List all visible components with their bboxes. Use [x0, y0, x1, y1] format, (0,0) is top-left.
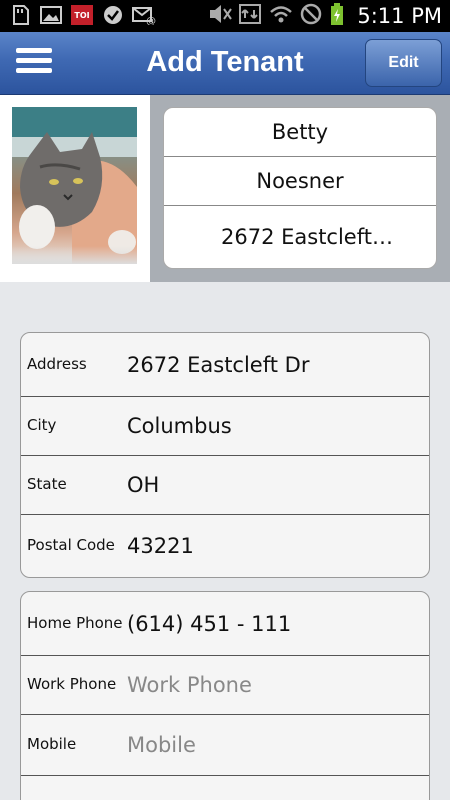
- svg-text:@: @: [146, 16, 156, 25]
- work-phone-input[interactable]: Work Phone: [127, 673, 252, 697]
- state-label: State: [27, 475, 67, 494]
- name-card: Betty Noesner 2672 Eastcleft…: [163, 107, 437, 269]
- first-name-field[interactable]: Betty: [164, 108, 436, 157]
- mute-icon: [207, 3, 233, 29]
- mobile-input[interactable]: Mobile: [127, 733, 196, 757]
- phone-card: Home Phone (614) 451 - 111 Work Phone Wo…: [20, 591, 430, 800]
- no-signal-icon: [299, 2, 323, 30]
- address-row[interactable]: Address 2672 Eastcleft Dr: [21, 333, 429, 397]
- next-row-partial[interactable]: [21, 776, 429, 800]
- toi-app-icon: TOI: [70, 4, 94, 26]
- battery-charging-icon: [329, 2, 345, 30]
- address-preview-field[interactable]: 2672 Eastcleft…: [164, 206, 436, 268]
- last-name-field[interactable]: Noesner: [164, 157, 436, 206]
- city-value[interactable]: Columbus: [127, 414, 232, 438]
- address-value[interactable]: 2672 Eastcleft Dr: [127, 353, 309, 377]
- home-phone-row[interactable]: Home Phone (614) 451 - 111: [21, 592, 429, 656]
- toi-label: TOI: [71, 5, 93, 25]
- tenant-photo[interactable]: [12, 107, 137, 264]
- tenant-header: Betty Noesner 2672 Eastcleft…: [0, 95, 450, 282]
- home-phone-label: Home Phone: [27, 613, 123, 632]
- postal-code-row[interactable]: Postal Code 43221: [21, 515, 429, 577]
- sd-card-icon: [8, 4, 32, 26]
- system-icons: 5:11 PM: [207, 2, 442, 30]
- notification-icons: TOI @: [8, 4, 156, 26]
- work-phone-label: Work Phone: [27, 675, 117, 694]
- mobile-row[interactable]: Mobile Mobile: [21, 715, 429, 776]
- status-bar: TOI @ 5:11 PM: [0, 0, 450, 32]
- image-icon: [39, 4, 63, 26]
- home-phone-value[interactable]: (614) 451 - 111: [127, 612, 291, 636]
- address-label: Address: [27, 354, 87, 373]
- status-time: 5:11 PM: [357, 4, 442, 28]
- photo-panel: [0, 95, 150, 282]
- data-icon: [239, 3, 263, 29]
- city-row[interactable]: City Columbus: [21, 397, 429, 456]
- city-label: City: [27, 416, 57, 435]
- work-phone-row[interactable]: Work Phone Work Phone: [21, 656, 429, 715]
- postal-code-label: Postal Code: [27, 536, 115, 555]
- state-value[interactable]: OH: [127, 473, 159, 497]
- edit-button[interactable]: Edit: [365, 39, 442, 87]
- address-card: Address 2672 Eastcleft Dr City Columbus …: [20, 332, 430, 578]
- cat-photo-image: [12, 107, 137, 264]
- navigation-bar: Add Tenant Edit: [0, 32, 450, 95]
- check-icon: [101, 4, 125, 26]
- postal-code-value[interactable]: 43221: [127, 534, 194, 558]
- state-row[interactable]: State OH: [21, 456, 429, 515]
- email-icon: @: [132, 4, 156, 26]
- mobile-label: Mobile: [27, 735, 77, 754]
- wifi-icon: [269, 3, 293, 29]
